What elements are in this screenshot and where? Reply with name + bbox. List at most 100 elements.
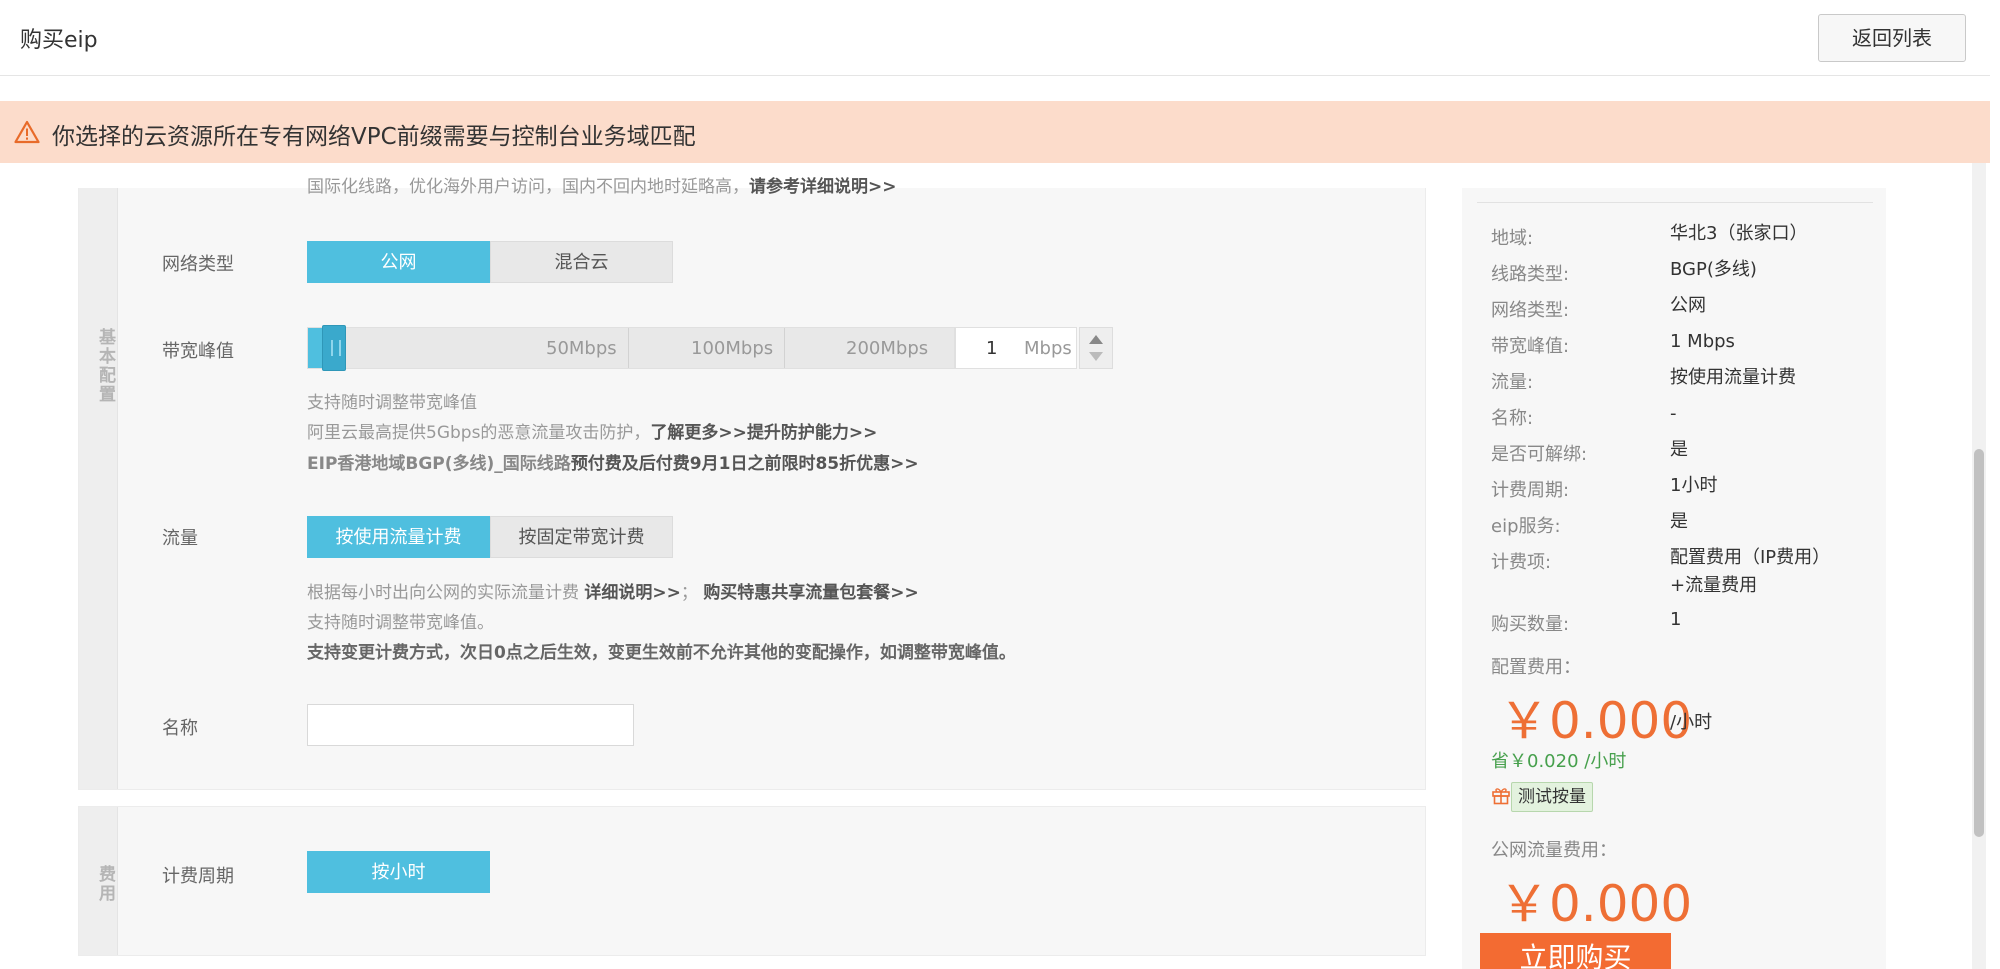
bandwidth-input[interactable]: 1 Mbps (955, 327, 1077, 369)
traffic-fee-price: ￥0.000 (1499, 875, 1693, 933)
basic-config-side: 基本配置 (79, 188, 118, 789)
summary-key: 计费周期: (1491, 480, 1570, 501)
bandwidth-stepper[interactable] (1079, 327, 1113, 369)
summary-key: 带宽峰值: (1491, 336, 1570, 357)
summary-value-line: 按使用流量计费 (1670, 367, 1796, 388)
summary-value-line: +流量费用 (1670, 575, 1758, 596)
bandwidth-help-3: EIP香港地域BGP(多线)_国际线路预付费及后付费9月1日之前限时85折优惠>… (307, 449, 919, 474)
summary-divider (1477, 202, 1873, 203)
buy-now-button[interactable]: 立即购买 (1480, 933, 1671, 969)
page-title: 购买eip (20, 28, 98, 53)
summary-key: 地域: (1491, 228, 1534, 249)
summary-value: 按使用流量计费 (1670, 364, 1796, 392)
network-option-public[interactable]: 公网 (307, 241, 490, 283)
warning-text: 你选择的云资源所在专有网络VPC前缀需要与控制台业务域匹配 (52, 124, 696, 150)
summary-key: 网络类型: (1491, 300, 1570, 321)
traffic-option-fixed-bandwidth[interactable]: 按固定带宽计费 (490, 516, 673, 558)
bandwidth-tick-100: 100Mbps (691, 338, 774, 359)
summary-value-line: BGP(多线) (1670, 259, 1757, 280)
basic-config-label: 基本配置 (95, 328, 115, 404)
config-fee-price: ￥0.000 (1499, 692, 1693, 750)
scrollbar-thumb[interactable] (1974, 449, 1984, 837)
page-header: 购买eip 返回列表 (0, 0, 1990, 76)
stepper-up-icon[interactable] (1089, 335, 1103, 344)
bandwidth-help-2: 阿里云最高提供5Gbps的恶意流量攻击防护，了解更多>>提升防护能力>> (307, 418, 877, 443)
order-summary: 地域: 华北3（张家口） 线路类型: BGP(多线) 网络类型: 公网带宽峰值: 1 Mbp… (1462, 188, 1886, 969)
network-type-label: 网络类型 (162, 254, 234, 275)
test-badge: 测试按量 (1511, 782, 1593, 812)
summary-key: 线路类型: (1491, 264, 1570, 285)
bandwidth-help-1: 支持随时调整带宽峰值 (307, 393, 477, 413)
summary-key: 计费项: (1491, 552, 1552, 573)
summary-value-line: 配置费用（IP费用） (1670, 547, 1831, 568)
summary-key: 名称: (1491, 408, 1534, 429)
name-label: 名称 (162, 718, 198, 739)
warning-banner: 你选择的云资源所在专有网络VPC前缀需要与控制台业务域匹配 (0, 101, 1990, 163)
line-description-text: 国际化线路，优化海外用户访问，国内不回内地时延略高， (307, 177, 749, 197)
summary-value: 华北3（张家口） (1670, 220, 1807, 248)
savings-text: 省￥0.020 /小时 (1491, 751, 1627, 772)
fee-section-label: 费用 (95, 865, 115, 903)
per-hour-unit: /小时 (1670, 712, 1713, 733)
summary-value: 公网 (1670, 292, 1706, 320)
summary-value-line: 华北3（张家口） (1670, 223, 1808, 244)
summary-key: 流量: (1491, 372, 1534, 393)
fee-side: 费用 (79, 807, 118, 955)
page-scrollbar[interactable] (1972, 163, 1986, 969)
bandwidth-label: 带宽峰值 (162, 341, 234, 362)
summary-value: 配置费用（IP费用） +流量费用 (1670, 544, 1830, 600)
summary-value-line: - (1670, 403, 1677, 424)
traffic-help-separator: ； (680, 583, 698, 603)
traffic-package-link[interactable]: 购买特惠共享流量包套餐>> (703, 583, 919, 603)
learn-more-link[interactable]: 了解更多>> (650, 423, 747, 443)
gift-icon (1492, 788, 1510, 805)
billing-period-label: 计费周期 (162, 866, 234, 887)
back-to-list-button[interactable]: 返回列表 (1818, 14, 1966, 62)
summary-key: 是否可解绑: (1491, 444, 1588, 465)
bandwidth-tick-50: 50Mbps (546, 338, 617, 359)
summary-value: 1 (1670, 606, 1681, 634)
traffic-help-3: 支持变更计费方式，次日0点之后生效，变更生效前不允许其他的变配操作，如调整带宽峰… (307, 643, 1016, 663)
line-description-link[interactable]: 请参考详细说明>> (749, 177, 897, 197)
summary-value: BGP(多线) (1670, 256, 1757, 284)
bandwidth-unit: Mbps (1024, 338, 1072, 359)
bandwidth-tick-200: 200Mbps (846, 338, 929, 359)
summary-value: 是 (1670, 436, 1688, 464)
summary-key: 购买数量: (1491, 614, 1570, 635)
bandwidth-value[interactable]: 1 (986, 338, 997, 359)
summary-value-line: 是 (1670, 511, 1688, 532)
window-edge (1990, 0, 2000, 969)
traffic-option-by-usage[interactable]: 按使用流量计费 (307, 516, 490, 558)
bandwidth-help-2-text: 阿里云最高提供5Gbps的恶意流量攻击防护， (307, 423, 651, 443)
basic-config-panel: 基本配置 (78, 188, 1426, 790)
hk-line-promo-text: EIP香港地域BGP(多线)_国际线路 (307, 454, 571, 474)
summary-key: eip服务: (1491, 516, 1561, 537)
summary-value: 是 (1670, 508, 1688, 536)
bandwidth-tick-divider (628, 328, 629, 368)
traffic-help-2: 支持随时调整带宽峰值。 (307, 613, 494, 633)
summary-value-line: 公网 (1670, 295, 1706, 316)
billing-period-hourly[interactable]: 按小时 (307, 851, 490, 893)
warning-icon (14, 120, 40, 144)
hk-line-promo-link[interactable]: 预付费及后付费9月1日之前限时85折优惠>> (571, 454, 919, 474)
summary-value-line: 1 Mbps (1670, 331, 1735, 352)
line-description-cut: 国际化线路，优化海外用户访问，国内不回内地时延略高，请参考详细说明>> (307, 172, 897, 197)
traffic-detail-link[interactable]: 详细说明>> (584, 583, 681, 603)
stepper-down-icon[interactable] (1089, 352, 1103, 361)
name-input[interactable] (307, 704, 634, 746)
traffic-label: 流量 (162, 528, 198, 549)
summary-value: 1小时 (1670, 472, 1717, 500)
summary-value: 1 Mbps (1670, 328, 1735, 356)
traffic-help-1-text: 根据每小时出向公网的实际流量计费 (307, 583, 579, 603)
fee-panel: 费用 (78, 806, 1426, 956)
bandwidth-slider-handle[interactable] (322, 325, 346, 371)
config-fee-label: 配置费用： (1491, 657, 1581, 678)
upgrade-protection-link[interactable]: 提升防护能力>> (747, 423, 878, 443)
summary-value-line: 1 (1670, 609, 1682, 630)
network-option-hybrid[interactable]: 混合云 (490, 241, 673, 283)
bandwidth-slider[interactable]: 50Mbps 100Mbps 200Mbps (307, 325, 955, 371)
summary-value: - (1670, 400, 1677, 428)
traffic-help-1: 根据每小时出向公网的实际流量计费 详细说明>>； 购买特惠共享流量包套餐>> (307, 578, 919, 603)
summary-value-line: 是 (1670, 439, 1688, 460)
bandwidth-tick-divider (784, 328, 785, 368)
